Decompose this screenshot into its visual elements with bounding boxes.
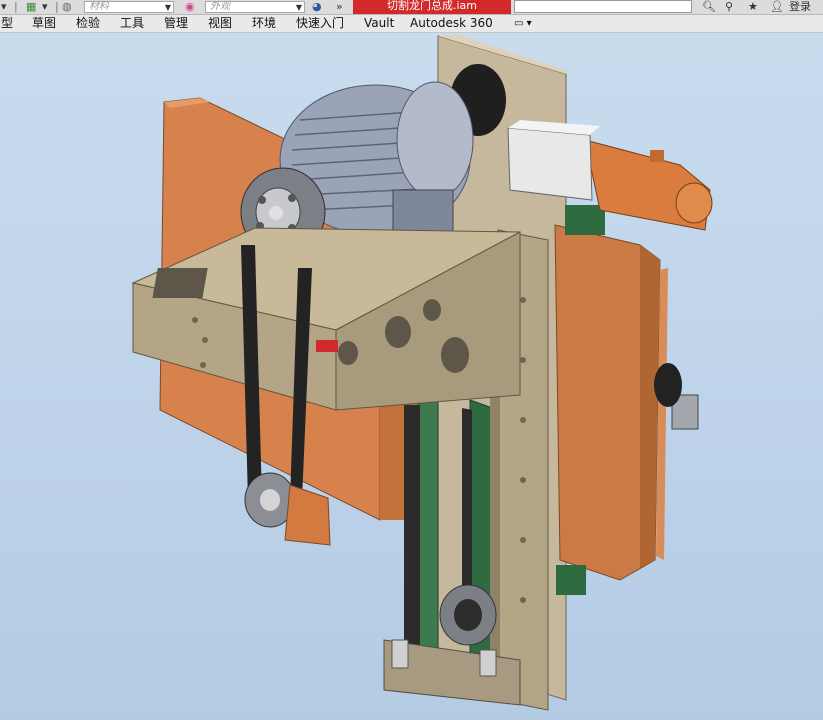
orange-bearing-bracket	[284, 484, 331, 546]
document-title-tab: 切割龙门总成.iam	[353, 0, 511, 14]
material-sphere-icon: ◍	[62, 0, 72, 13]
chevron-down-icon: ▼	[164, 3, 171, 12]
login-label[interactable]: 登录	[789, 0, 811, 13]
separator: |	[14, 0, 18, 13]
ribbon-tab-bar: 型 草图 检验 工具 管理 视图 环境 快速入门 Vault Autodesk …	[0, 15, 823, 33]
tab-vault[interactable]: Vault	[364, 15, 394, 32]
separator: |	[55, 0, 59, 13]
user-icon[interactable]: 👤︎	[770, 0, 784, 13]
assembly-model[interactable]	[0, 33, 823, 720]
tab-manage[interactable]: 管理	[164, 15, 188, 32]
appearance-combo[interactable]: 外观 ▼	[205, 1, 305, 13]
more-tools-icon[interactable]: »	[336, 0, 343, 13]
quick-access-toolbar: ▾ | ▦ ▾ | ◍ 材料 ▼ ◉ 外观 ▼ ◕ » 切割龙门总成.iam 🔍…	[0, 0, 823, 15]
select-filter-icon[interactable]: ▦	[26, 0, 36, 13]
help-search-input[interactable]	[514, 0, 692, 13]
green-rail-left	[417, 389, 439, 656]
material-combo-text: 材料	[89, 1, 109, 12]
communication-center-icon[interactable]: ⚲	[725, 0, 733, 13]
tab-tools[interactable]: 工具	[120, 15, 144, 32]
document-title: 切割龙门总成.iam	[386, 0, 477, 12]
filter-dropdown-icon[interactable]: ▾	[42, 0, 48, 13]
chevron-down-icon: ▼	[295, 3, 302, 12]
appearance-color-wheel-icon: ◉	[185, 0, 195, 13]
tab-view[interactable]: 视图	[208, 15, 232, 32]
clear-override-icon[interactable]: ◕	[312, 0, 322, 13]
tab-autodesk-360[interactable]: Autodesk 360	[410, 15, 493, 32]
search-icon[interactable]: 🔍︎	[702, 0, 716, 13]
tab-get-started[interactable]: 快速入门	[296, 15, 344, 32]
tab-environment[interactable]: 环境	[252, 15, 276, 32]
appearance-combo-text: 外观	[210, 1, 230, 12]
ribbon-display-options-icon[interactable]: ▭ ▾	[514, 15, 532, 32]
coupling-housing	[507, 127, 593, 201]
material-combo[interactable]: 材料 ▼	[84, 1, 174, 13]
tab-model[interactable]: 型	[1, 15, 13, 32]
tab-sketch[interactable]: 草图	[32, 15, 56, 32]
dropdown-arrow-icon[interactable]: ▾	[1, 0, 7, 13]
favorites-star-icon[interactable]: ★	[748, 0, 758, 13]
tab-inspect[interactable]: 检验	[76, 15, 100, 32]
vertical-belt	[404, 405, 420, 650]
graphics-window[interactable]	[0, 33, 823, 720]
